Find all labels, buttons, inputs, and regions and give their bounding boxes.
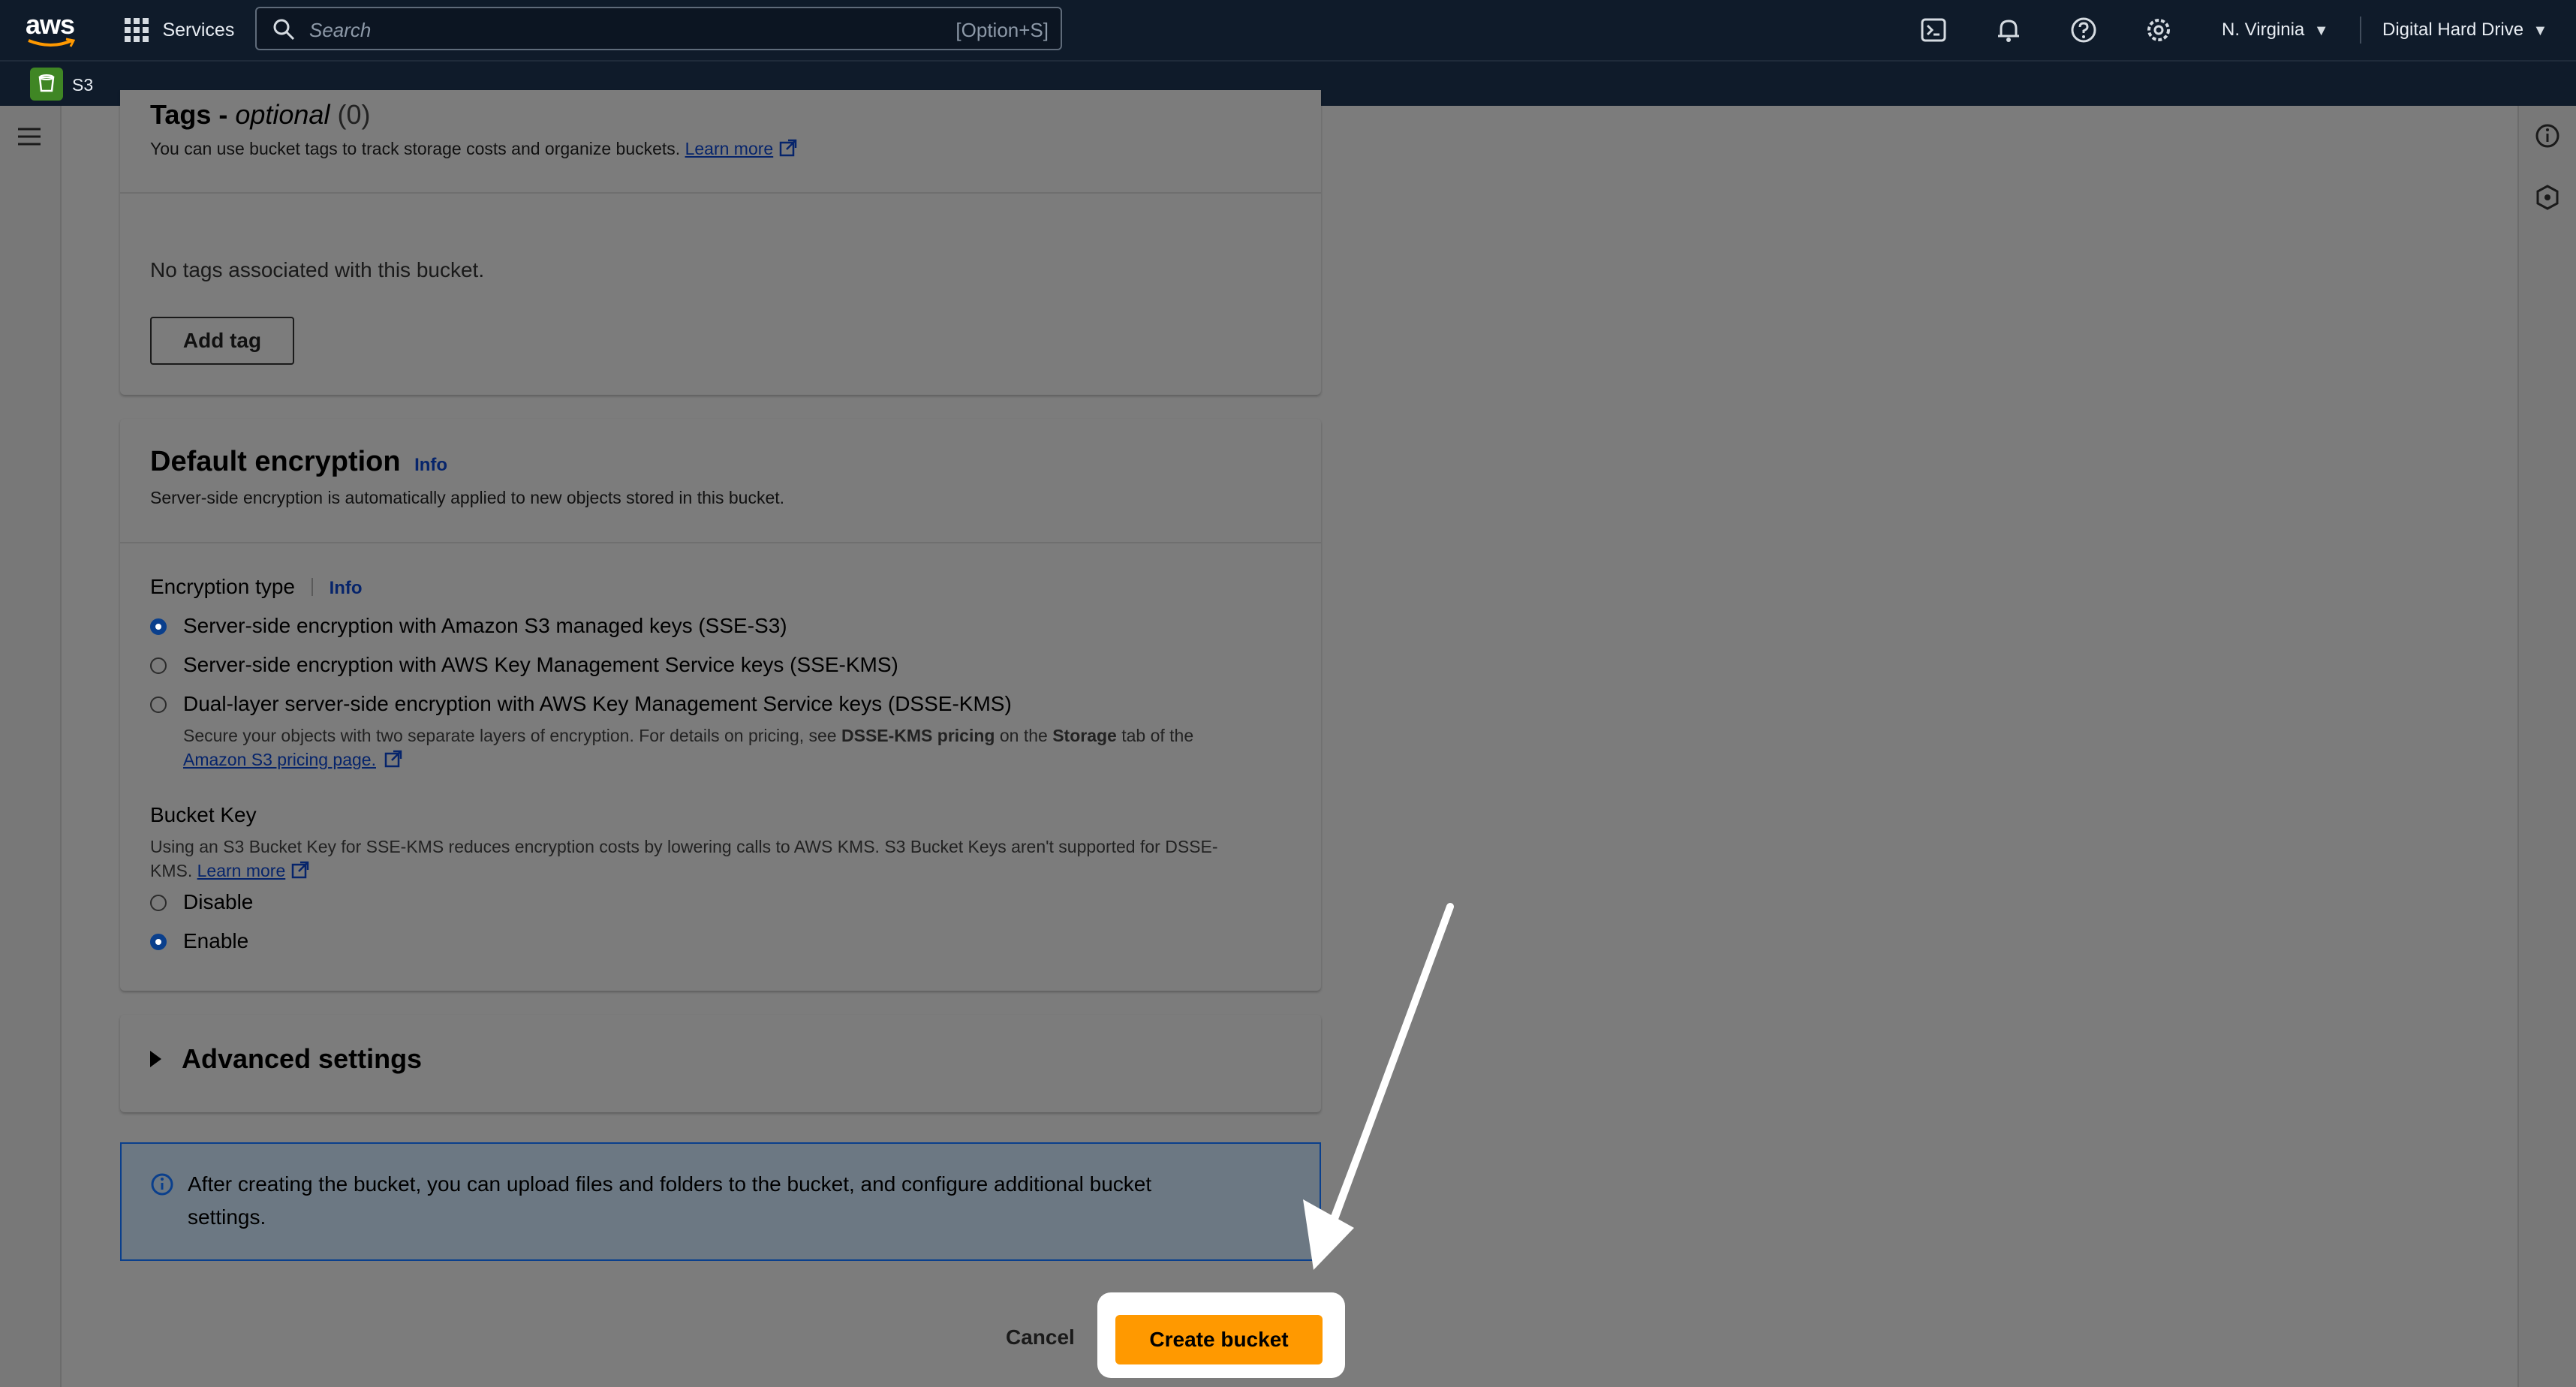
tags-panel: Tags - optional (0) You can use bucket t… xyxy=(120,90,1321,395)
tags-description: You can use bucket tags to track storage… xyxy=(150,138,798,159)
bucket-key-enable-label: Enable xyxy=(183,929,249,952)
right-side-rail xyxy=(2517,106,2576,1387)
bucket-key-disable-label: Disable xyxy=(183,890,254,913)
encryption-type-label-row: Encryption type Info xyxy=(150,575,363,598)
account-menu[interactable]: Digital Hard Drive ▼ xyxy=(2382,20,2547,41)
search-icon xyxy=(273,19,295,41)
caret-down-icon: ▼ xyxy=(2313,23,2329,39)
divider xyxy=(311,578,313,596)
info-icon[interactable] xyxy=(2534,122,2561,149)
info-alert: After creating the bucket, you can uploa… xyxy=(120,1142,1321,1261)
radio-bucket-key-enable[interactable] xyxy=(150,934,167,950)
advanced-settings-panel[interactable]: Advanced settings xyxy=(120,1015,1321,1112)
tags-title: Tags - optional (0) xyxy=(150,99,371,130)
encryption-description: Server-side encryption is automatically … xyxy=(150,488,785,507)
caret-right-icon xyxy=(150,1051,161,1067)
radio-sse-s3[interactable] xyxy=(150,618,167,635)
default-encryption-panel: Default encryption Info Server-side encr… xyxy=(120,419,1321,991)
option-sse-s3-label: Server-side encryption with Amazon S3 ma… xyxy=(183,614,787,637)
gear-icon[interactable] xyxy=(2144,15,2174,45)
services-menu-button[interactable]: Services xyxy=(123,17,234,47)
search-placeholder: Search xyxy=(309,19,372,41)
external-link-icon xyxy=(779,139,796,157)
bell-icon[interactable] xyxy=(1994,15,2024,45)
radio-bucket-key-disable[interactable] xyxy=(150,895,167,911)
info-alert-text: After creating the bucket, you can uploa… xyxy=(188,1172,1152,1229)
option-dsse-kms-label: Dual-layer server-side encryption with A… xyxy=(183,692,1012,715)
aws-logo[interactable]: aws xyxy=(26,9,78,47)
search-input[interactable]: Search [Option+S] xyxy=(255,7,1062,50)
s3-pricing-link[interactable]: Amazon S3 pricing page. xyxy=(183,750,376,769)
s3-icon xyxy=(30,68,63,101)
bucket-key-learn-more-link[interactable]: Learn more xyxy=(197,861,286,880)
cloudshell-icon[interactable] xyxy=(1918,15,1949,45)
external-link-icon xyxy=(385,750,402,768)
external-link-icon xyxy=(291,861,308,879)
encryption-info-link[interactable]: Info xyxy=(414,455,447,475)
divider xyxy=(2360,17,2361,44)
encryption-title: Default encryption xyxy=(150,446,401,477)
tags-learn-more-link[interactable]: Learn more xyxy=(685,139,774,158)
dsse-kms-description: Secure your objects with two separate la… xyxy=(183,726,1194,769)
region-selector[interactable]: N. Virginia ▼ xyxy=(2222,20,2329,41)
feedback-icon[interactable] xyxy=(2534,184,2561,211)
grid-icon xyxy=(125,18,149,42)
bucket-key-description: Using an S3 Bucket Key for SSE-KMS reduc… xyxy=(150,837,1218,880)
menu-icon[interactable] xyxy=(17,125,42,148)
info-circle-icon xyxy=(151,1173,173,1196)
left-side-rail xyxy=(0,106,62,1387)
encryption-type-info-link[interactable]: Info xyxy=(330,578,363,598)
radio-sse-kms[interactable] xyxy=(150,657,167,674)
divider xyxy=(120,192,1321,194)
search-shortcut: [Option+S] xyxy=(955,19,1049,41)
encryption-header: Default encryption Info xyxy=(150,446,447,478)
divider xyxy=(120,542,1321,543)
help-icon[interactable] xyxy=(2069,15,2099,45)
radio-dsse-kms[interactable] xyxy=(150,697,167,713)
cancel-button[interactable]: Cancel xyxy=(1006,1325,1075,1349)
annotation-arrow-icon xyxy=(1303,903,1454,1270)
option-sse-kms-label: Server-side encryption with AWS Key Mana… xyxy=(183,653,898,676)
create-bucket-button[interactable]: Create bucket xyxy=(1115,1315,1323,1364)
add-tag-button[interactable]: Add tag xyxy=(150,317,294,365)
tags-empty-message: No tags associated with this bucket. xyxy=(150,258,485,281)
advanced-settings-title: Advanced settings xyxy=(182,1043,423,1074)
caret-down-icon: ▼ xyxy=(2532,23,2548,39)
bucket-key-label: Bucket Key xyxy=(150,803,257,826)
